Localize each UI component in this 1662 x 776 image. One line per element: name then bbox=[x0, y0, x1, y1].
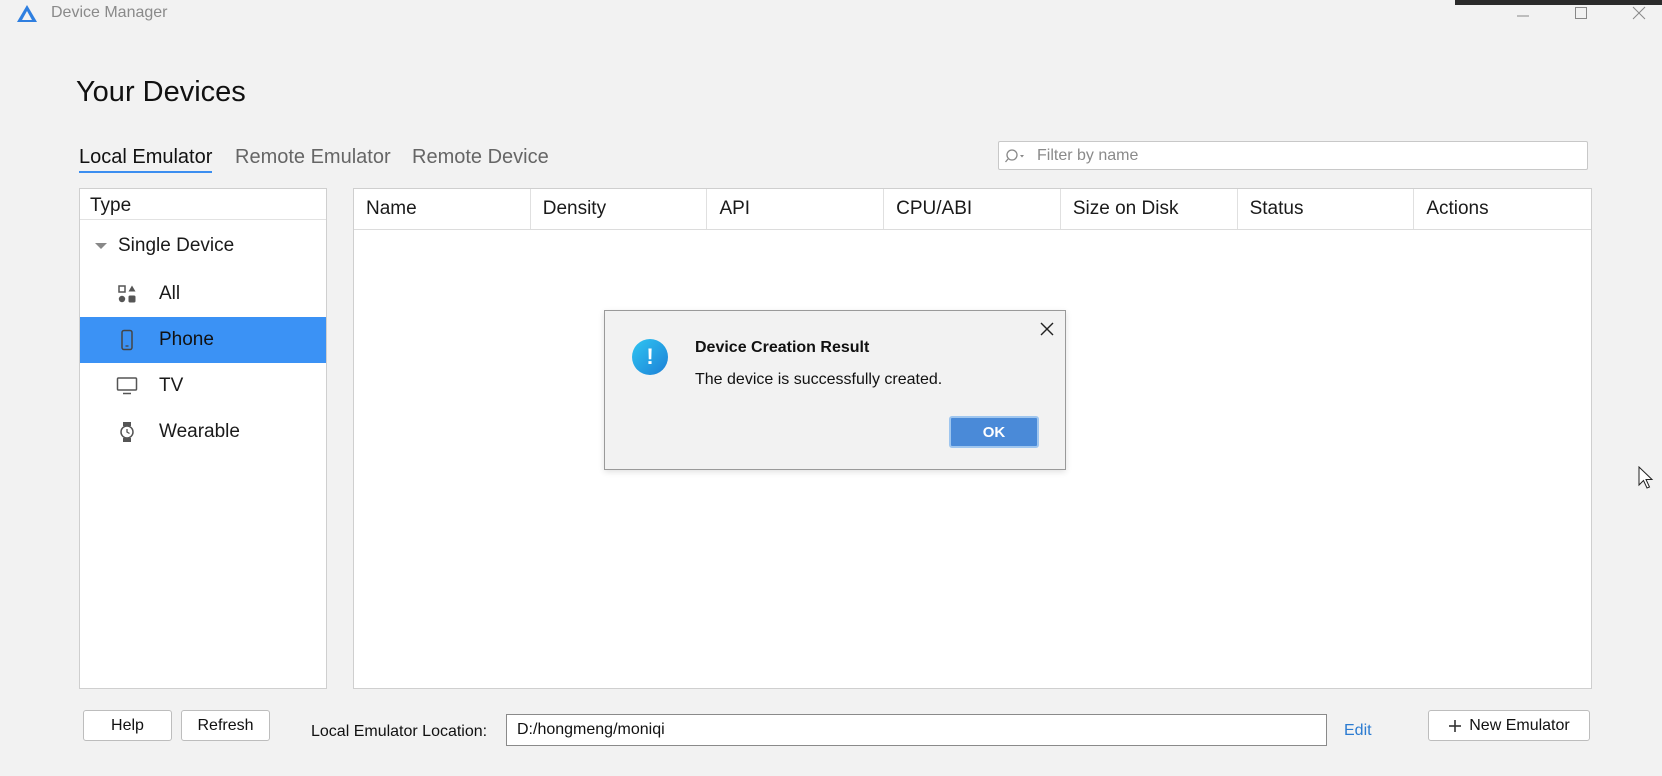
dialog-message: The device is successfully created. bbox=[695, 371, 943, 388]
dialog-close-button[interactable] bbox=[1035, 317, 1059, 341]
single-device-group[interactable]: Single Device bbox=[80, 231, 234, 261]
ok-button[interactable]: OK bbox=[949, 416, 1039, 448]
maximize-icon bbox=[1575, 7, 1587, 19]
table-header: Name Density API CPU/ABI Size on Disk St… bbox=[354, 189, 1591, 230]
info-exclamation-icon: ! bbox=[632, 339, 668, 375]
sidebar-item-tv[interactable]: TV bbox=[80, 363, 326, 409]
device-type-panel: Type Single Device All Phone TV Wearable bbox=[79, 188, 327, 689]
new-emulator-label: New Emulator bbox=[1469, 716, 1570, 734]
column-header-cpu-abi[interactable]: CPU/ABI bbox=[884, 189, 1061, 229]
minimize-button[interactable] bbox=[1508, 2, 1538, 24]
caret-down-icon bbox=[95, 243, 107, 249]
search-box[interactable] bbox=[998, 141, 1588, 170]
close-icon bbox=[1040, 322, 1054, 336]
page-title: Your Devices bbox=[76, 76, 246, 108]
plus-icon bbox=[1449, 719, 1462, 732]
location-label: Local Emulator Location: bbox=[311, 723, 488, 740]
dialog-title: Device Creation Result bbox=[695, 339, 870, 356]
device-creation-dialog: ! Device Creation Result The device is s… bbox=[604, 310, 1066, 470]
tab-remote-emulator[interactable]: Remote Emulator bbox=[235, 146, 391, 169]
tab-remote-device[interactable]: Remote Device bbox=[412, 146, 549, 169]
sidebar-item-phone[interactable]: Phone bbox=[80, 317, 326, 363]
edit-link[interactable]: Edit bbox=[1344, 722, 1372, 740]
minimize-icon bbox=[1517, 15, 1529, 17]
column-header-density[interactable]: Density bbox=[531, 189, 708, 229]
new-emulator-button[interactable]: New Emulator bbox=[1428, 710, 1590, 741]
type-header: Type bbox=[90, 195, 132, 216]
sidebar-item-label: Phone bbox=[159, 329, 214, 350]
column-header-status[interactable]: Status bbox=[1238, 189, 1415, 229]
location-field[interactable] bbox=[506, 714, 1327, 746]
maximize-button[interactable] bbox=[1566, 2, 1596, 24]
watch-icon bbox=[115, 420, 139, 444]
app-logo-icon bbox=[17, 5, 37, 22]
column-header-actions[interactable]: Actions bbox=[1414, 189, 1591, 229]
sidebar-item-wearable[interactable]: Wearable bbox=[80, 409, 326, 455]
column-header-name[interactable]: Name bbox=[354, 189, 531, 229]
window-title: Device Manager bbox=[51, 4, 168, 21]
search-icon bbox=[1005, 148, 1024, 162]
sidebar-item-label: TV bbox=[159, 375, 184, 396]
phone-icon bbox=[115, 328, 139, 352]
tab-local-emulator[interactable]: Local Emulator bbox=[79, 146, 213, 173]
column-header-api[interactable]: API bbox=[707, 189, 885, 229]
divider bbox=[80, 219, 326, 220]
column-header-size-on-disk[interactable]: Size on Disk bbox=[1061, 189, 1238, 229]
location-input[interactable] bbox=[515, 720, 1309, 740]
close-icon bbox=[1632, 6, 1646, 20]
search-input[interactable] bbox=[1035, 145, 1579, 166]
sidebar-item-all[interactable]: All bbox=[80, 271, 326, 317]
close-window-button[interactable] bbox=[1624, 2, 1654, 24]
mouse-cursor-icon bbox=[1638, 466, 1654, 489]
group-label: Single Device bbox=[118, 235, 235, 256]
help-button[interactable]: Help bbox=[83, 710, 172, 741]
sidebar-item-label: All bbox=[159, 283, 181, 304]
refresh-button[interactable]: Refresh bbox=[181, 710, 270, 741]
grid-shapes-icon bbox=[115, 282, 139, 306]
sidebar-item-label: Wearable bbox=[159, 421, 240, 442]
monitor-icon bbox=[115, 374, 139, 398]
